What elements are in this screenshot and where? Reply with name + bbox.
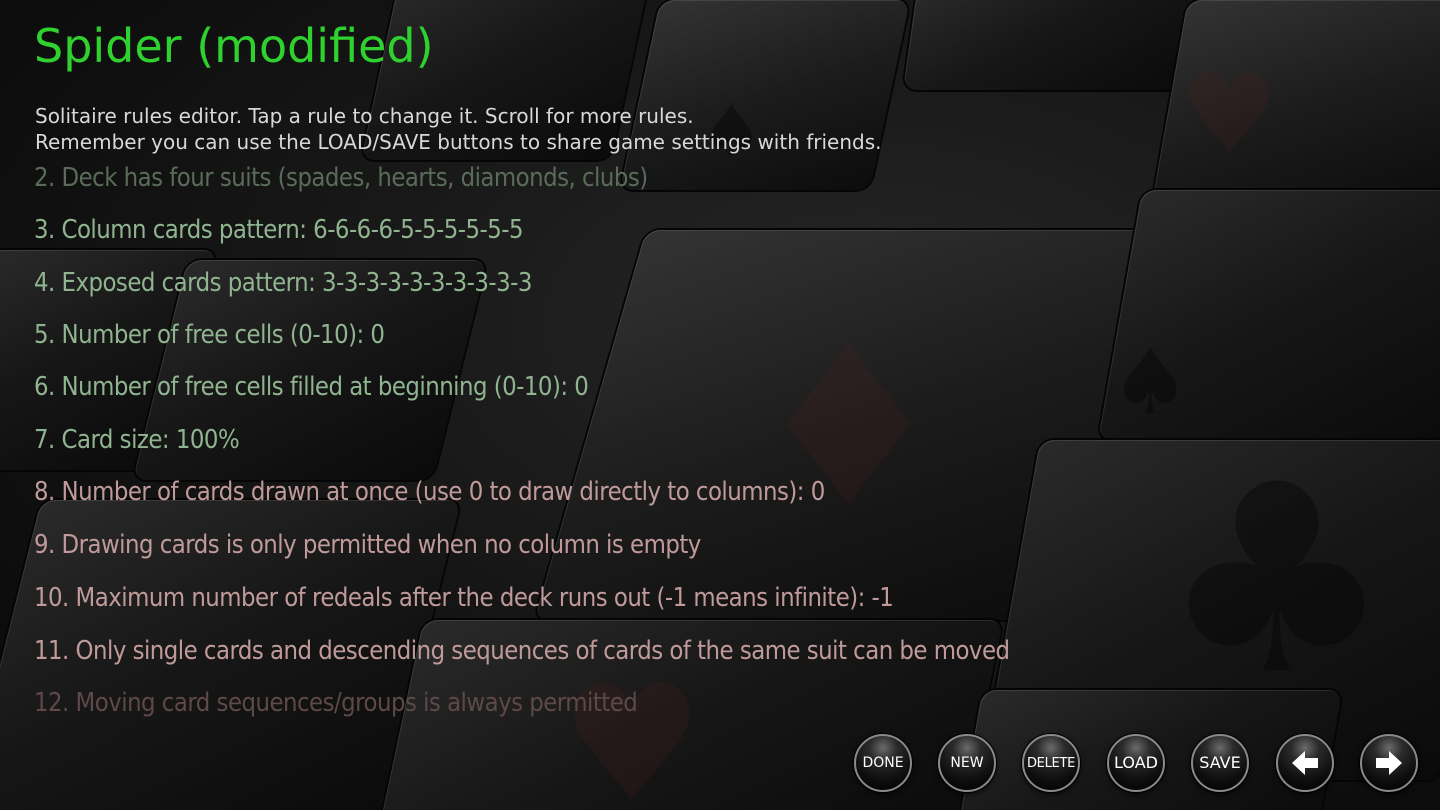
arrow-right-icon	[1376, 751, 1402, 775]
rule-item-11[interactable]: 11. Only single cards and descending seq…	[34, 625, 1010, 677]
delete-button-label: DELETE	[1026, 756, 1076, 771]
rule-item-2[interactable]: 2. Deck has four suits (spades, hearts, …	[34, 152, 648, 204]
new-button-label: NEW	[950, 755, 984, 771]
delete-button[interactable]: DELETE	[1022, 734, 1080, 792]
load-button[interactable]: LOAD	[1107, 734, 1165, 792]
save-button-label: SAVE	[1199, 753, 1241, 772]
rule-item-8[interactable]: 8. Number of cards drawn at once (use 0 …	[34, 466, 825, 518]
next-button[interactable]	[1360, 734, 1418, 792]
club-watermark-icon: ♣	[1160, 430, 1394, 732]
done-button[interactable]: DONE	[854, 734, 912, 792]
rules-list[interactable]: 2. Deck has four suits (spades, hearts, …	[0, 152, 1120, 732]
rule-item-7[interactable]: 7. Card size: 100%	[34, 414, 240, 466]
arrow-left-icon	[1292, 751, 1318, 775]
save-button[interactable]: SAVE	[1191, 734, 1249, 792]
intro-text-line-1: Solitaire rules editor. Tap a rule to ch…	[35, 104, 694, 128]
rule-item-9[interactable]: 9. Drawing cards is only permitted when …	[34, 519, 701, 571]
intro-text-line-2: Remember you can use the LOAD/SAVE butto…	[35, 130, 882, 154]
rule-item-6[interactable]: 6. Number of free cells filled at beginn…	[34, 361, 589, 413]
heart-watermark-icon: ♥	[1180, 50, 1279, 178]
done-button-label: DONE	[862, 755, 904, 771]
rule-item-4[interactable]: 4. Exposed cards pattern: 3-3-3-3-3-3-3-…	[34, 257, 532, 309]
rules-editor-screen: ♠ ♦ ♥ ♣ ♠ ♥ Spider (modified) Solitaire …	[0, 0, 1440, 810]
spade-watermark-icon: ♠	[1110, 330, 1191, 435]
rule-item-3[interactable]: 3. Column cards pattern: 6-6-6-6-5-5-5-5…	[34, 204, 524, 256]
rule-item-12[interactable]: 12. Moving card sequences/groups is alwa…	[34, 677, 638, 729]
new-button[interactable]: NEW	[938, 734, 996, 792]
rule-item-10[interactable]: 10. Maximum number of redeals after the …	[34, 572, 894, 624]
load-button-label: LOAD	[1114, 753, 1158, 772]
page-title: Spider (modified)	[34, 19, 434, 73]
previous-button[interactable]	[1276, 734, 1334, 792]
rule-item-5[interactable]: 5. Number of free cells (0-10): 0	[34, 309, 385, 361]
